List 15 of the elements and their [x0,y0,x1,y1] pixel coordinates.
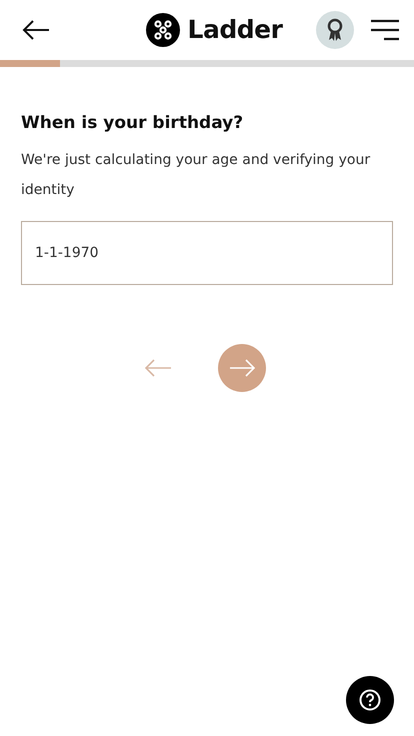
right-arrow-icon [229,359,255,378]
menu-icon [370,19,400,41]
question-description: We're just calculating your age and verifying your identity [21,151,372,200]
back-arrow-icon [22,20,50,40]
back-button[interactable] [22,20,50,40]
logo-icon [146,13,180,47]
rewards-button[interactable] [316,11,354,49]
menu-button[interactable] [370,19,400,41]
left-arrow-icon [144,359,172,378]
logo-text: Ladder [188,14,282,46]
help-button[interactable] [346,676,394,724]
birthday-input-field[interactable]: 1-1-1970 [21,221,393,286]
award-ribbon-icon [326,18,344,42]
question-title: When is your birthday? [21,113,244,134]
help-icon [359,689,381,711]
